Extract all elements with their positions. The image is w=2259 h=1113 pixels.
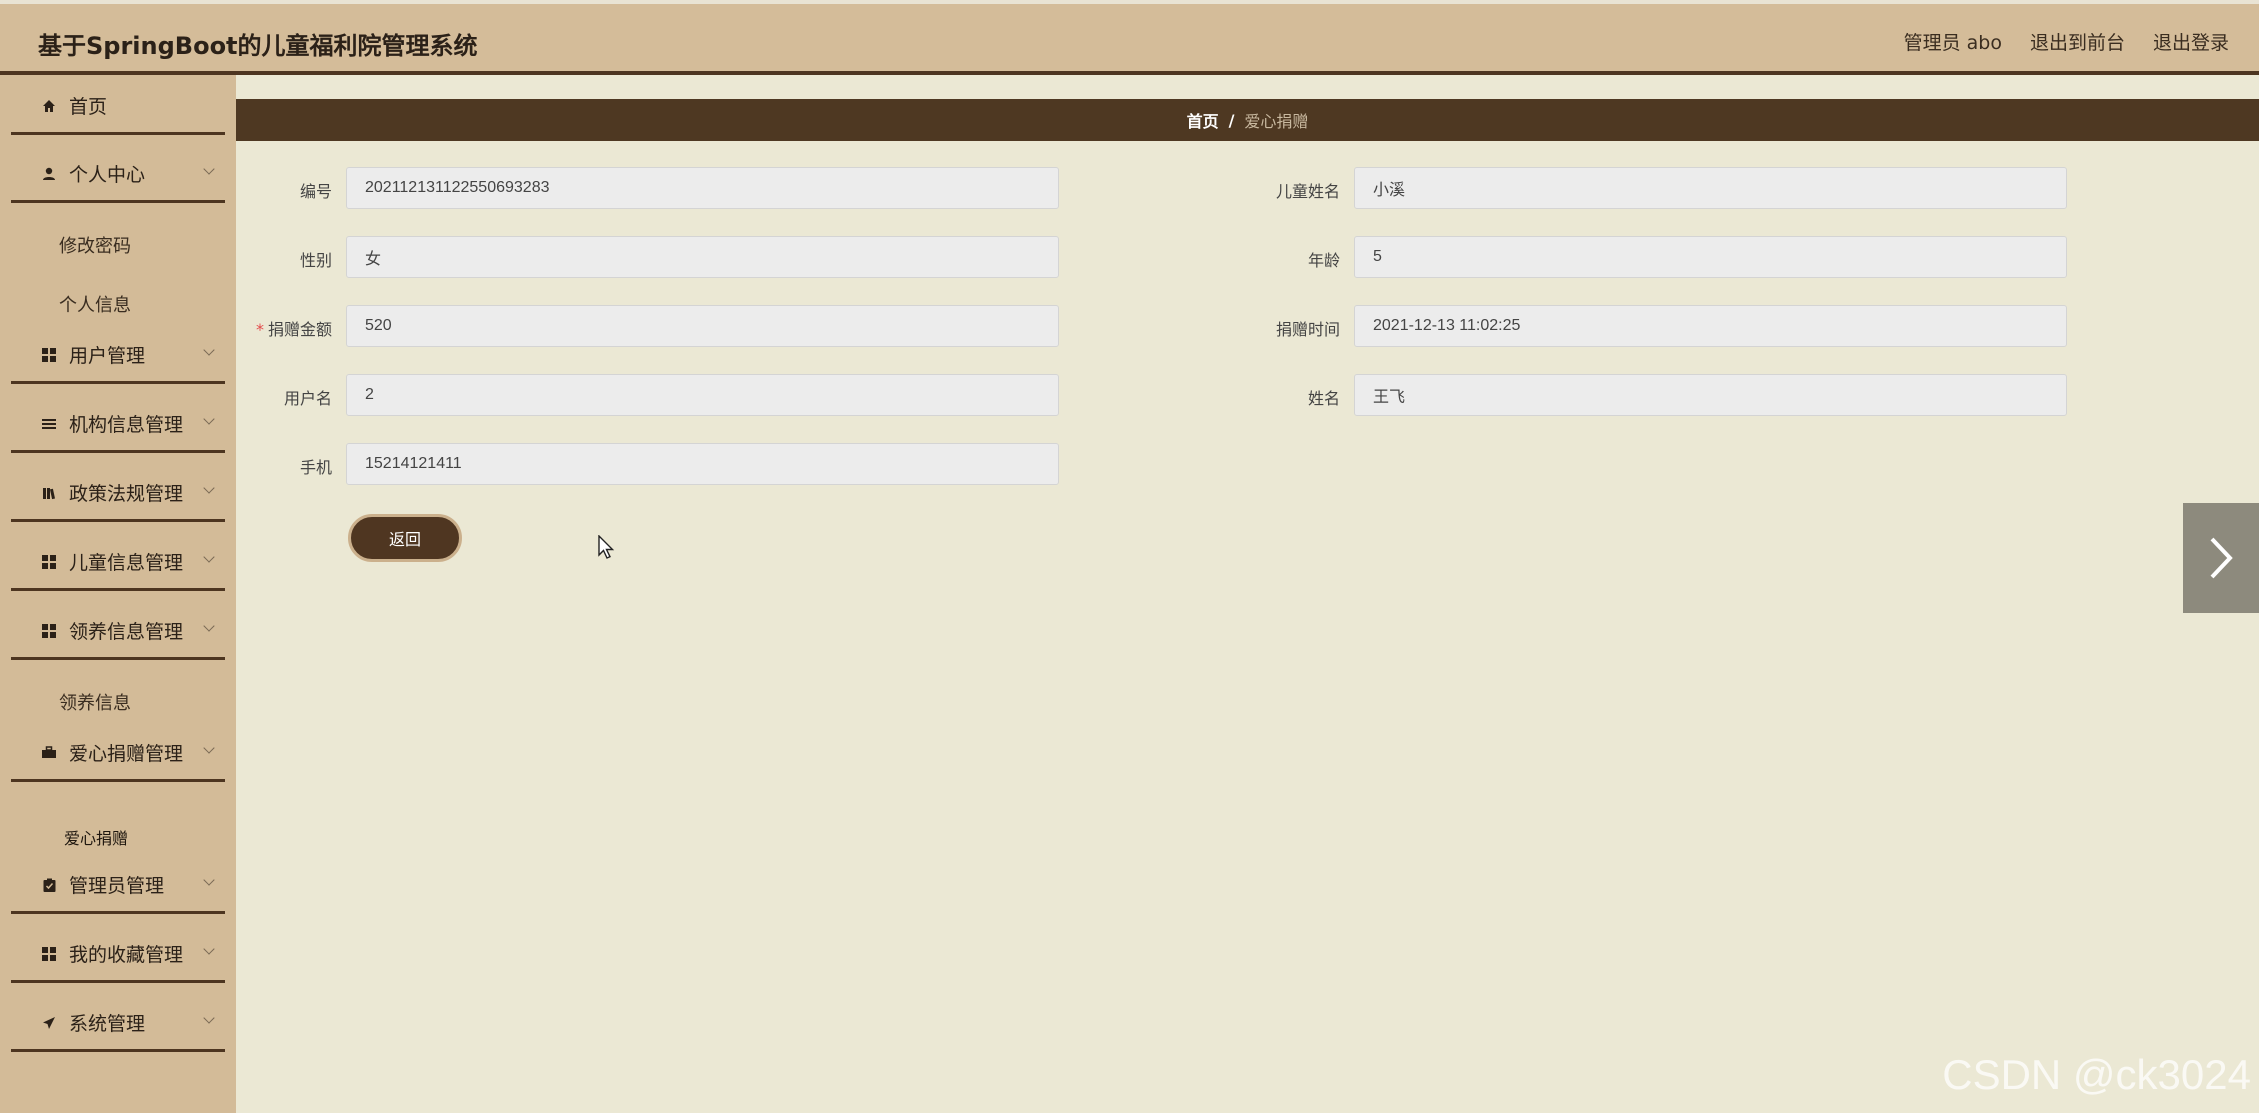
child-name-field[interactable]: 小溪 [1354, 167, 2067, 209]
sidebar-item-label: 儿童信息管理 [69, 552, 184, 574]
app-title: 基于SpringBoot的儿童福利院管理系统 [38, 32, 478, 60]
sidebar-item-label: 我的收藏管理 [69, 944, 184, 966]
sidebar-item-label: 政策法规管理 [69, 483, 184, 505]
clipboard-icon [41, 877, 57, 893]
next-page-button[interactable] [2183, 503, 2259, 613]
id-field[interactable]: 202112131122550693283 [346, 167, 1059, 209]
phone-label: 手机 [299, 458, 332, 477]
sidebar-item-label: 爱心捐赠管理 [69, 743, 184, 765]
sidebar-item-children[interactable]: 儿童信息管理 [11, 535, 225, 591]
exit-to-frontend-link[interactable]: 退出到前台 [2030, 28, 2125, 55]
chevron-down-icon [203, 742, 215, 754]
age-label: 年龄 [1307, 251, 1340, 270]
chevron-down-icon [203, 874, 215, 886]
child-name-label: 儿童姓名 [1275, 182, 1340, 201]
name-label: 姓名 [1307, 389, 1340, 408]
gender-label: 性别 [299, 251, 332, 270]
donation-time-label: 捐赠时间 [1275, 320, 1340, 339]
sidebar-subitem-adoption-info[interactable]: 领养信息 [59, 689, 131, 715]
chevron-down-icon [203, 620, 215, 632]
donation-time-field[interactable]: 2021-12-13 11:02:25 [1354, 305, 2067, 347]
breadcrumb: 首页 / 爱心捐赠 [236, 99, 2259, 141]
sidebar-item-favorites[interactable]: 我的收藏管理 [11, 927, 225, 983]
back-button[interactable]: 返回 [348, 514, 462, 562]
grid-icon [41, 554, 57, 570]
amount-label: * 捐赠金额 [255, 320, 332, 339]
chevron-down-icon [203, 551, 215, 563]
amount-field[interactable]: 520 [346, 305, 1059, 347]
sidebar-item-admin[interactable]: 管理员管理 [11, 858, 225, 914]
chevron-down-icon [203, 1012, 215, 1024]
grid-icon [41, 347, 57, 363]
required-mark: * [255, 320, 264, 339]
gender-field[interactable]: 女 [346, 236, 1059, 278]
sidebar-item-label: 系统管理 [69, 1013, 146, 1035]
user-icon [41, 166, 57, 182]
sidebar-item-label: 领养信息管理 [69, 621, 184, 643]
sidebar-item-adoption[interactable]: 领养信息管理 [11, 604, 225, 660]
briefcase-icon [41, 745, 57, 761]
breadcrumb-home[interactable]: 首页 [1187, 108, 1219, 132]
book-icon [41, 485, 57, 501]
sidebar-subitem-personal-info[interactable]: 个人信息 [59, 291, 131, 317]
grid-icon [41, 946, 57, 962]
chevron-down-icon [203, 943, 215, 955]
age-field[interactable]: 5 [1354, 236, 2067, 278]
chevron-down-icon [203, 482, 215, 494]
sidebar-item-policy[interactable]: 政策法规管理 [11, 466, 225, 522]
chevron-right-icon [2210, 537, 2233, 579]
logout-link[interactable]: 退出登录 [2153, 28, 2229, 55]
sidebar: 首页 个人中心 修改密码 个人信息 用户管理 机构信息管理 政策法规管理 儿童信… [0, 75, 236, 1113]
home-icon [41, 98, 57, 114]
breadcrumb-separator: / [1228, 110, 1235, 130]
sidebar-item-system[interactable]: 系统管理 [11, 996, 225, 1052]
chevron-down-icon [203, 344, 215, 356]
list-icon [41, 416, 57, 432]
mouse-cursor-icon [598, 535, 615, 559]
id-label: 编号 [299, 182, 332, 201]
grid-icon [41, 623, 57, 639]
username-field[interactable]: 2 [346, 374, 1059, 416]
breadcrumb-current: 爱心捐赠 [1244, 112, 1309, 131]
sidebar-item-label: 个人中心 [69, 164, 146, 186]
sidebar-subitem-donation[interactable]: 爱心捐赠 [64, 825, 128, 849]
sidebar-subitem-change-password[interactable]: 修改密码 [59, 232, 131, 258]
sidebar-item-label: 用户管理 [69, 345, 146, 367]
top-header: 基于SpringBoot的儿童福利院管理系统 管理员 abo 退出到前台 退出登… [0, 0, 2259, 75]
sidebar-item-label: 管理员管理 [69, 875, 165, 897]
sidebar-item-home[interactable]: 首页 [11, 79, 225, 135]
header-links: 管理员 abo 退出到前台 退出登录 [1904, 28, 2229, 55]
username-label: 用户名 [283, 389, 332, 408]
watermark: CSDN @ck3024 [1942, 1051, 2251, 1098]
sidebar-item-user-management[interactable]: 用户管理 [11, 328, 225, 384]
sidebar-item-label: 机构信息管理 [69, 414, 184, 436]
chevron-down-icon [203, 163, 215, 175]
chevron-down-icon [203, 413, 215, 425]
sidebar-item-personal-center[interactable]: 个人中心 [11, 147, 225, 203]
sidebar-item-donation[interactable]: 爱心捐赠管理 [11, 726, 225, 782]
sidebar-item-institution[interactable]: 机构信息管理 [11, 397, 225, 453]
sidebar-item-label: 首页 [69, 96, 108, 118]
name-field[interactable]: 王飞 [1354, 374, 2067, 416]
admin-user-link[interactable]: 管理员 abo [1904, 28, 2002, 55]
phone-field[interactable]: 15214121411 [346, 443, 1059, 485]
paper-plane-icon [41, 1015, 57, 1031]
